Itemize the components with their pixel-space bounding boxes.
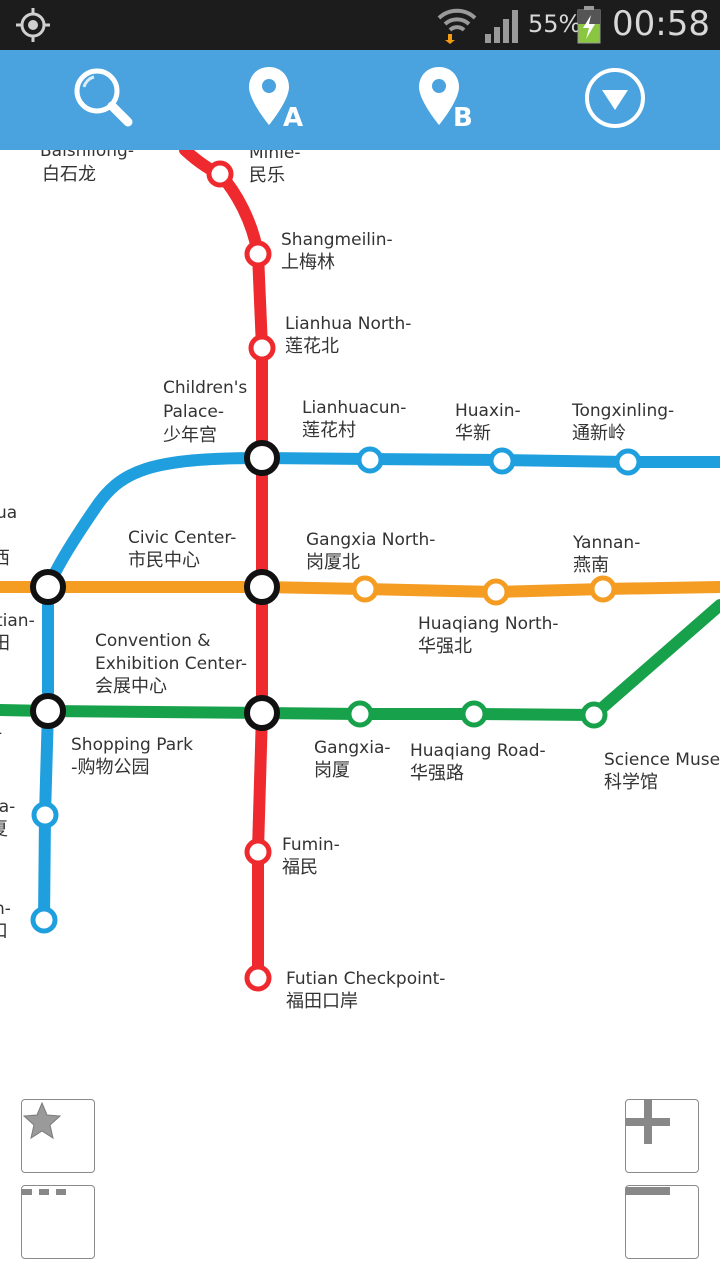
- label-shopping-park-en: Shopping Park: [71, 735, 193, 755]
- map-pin-b-icon: B: [415, 65, 475, 135]
- transfer-convention-center: [244, 695, 280, 731]
- zoom-out-button[interactable]: [625, 1185, 699, 1259]
- station-lianhuacun: [356, 446, 384, 474]
- label-yannan-cn: 燕南: [573, 555, 609, 576]
- label-yannan-en: Yannan-: [572, 533, 640, 553]
- label-left-a-en: ua: [0, 503, 17, 523]
- label-convention-en2: Exhibition Center-: [95, 654, 247, 674]
- clock: 00:58: [612, 4, 710, 44]
- label-huaqiang-road-cn: 华强路: [410, 763, 464, 784]
- label-left-a-cn: 西: [0, 548, 10, 569]
- label-left-e-en: n-: [0, 899, 11, 919]
- label-childrens-palace-en2: Palace-: [163, 402, 224, 422]
- label-huaqiang-road-en: Huaqiang Road-: [410, 741, 546, 761]
- status-bar: 55% 00:58: [0, 0, 720, 50]
- label-huaqiang-north-cn: 华强北: [418, 636, 472, 657]
- label-shangmeilin-cn: 上梅林: [281, 252, 335, 273]
- station-huaqiang-road: [460, 700, 488, 728]
- favorite-button[interactable]: [21, 1099, 95, 1173]
- gps-icon: [14, 6, 52, 48]
- signal-icon: [484, 8, 522, 48]
- label-lianhua-north-cn: 莲花北: [285, 336, 339, 357]
- label-tongxinling-en: Tongxinling-: [571, 401, 674, 421]
- label-civic-center-cn: 市民中心: [128, 550, 200, 571]
- label-convention-cn: 会展中心: [95, 676, 167, 697]
- battery-percent: 55%: [528, 10, 582, 38]
- transfer-childrens-palace: [244, 440, 280, 476]
- point-a-button[interactable]: A: [230, 60, 320, 140]
- map-pin-a-icon: A: [245, 65, 305, 135]
- station-huaqiang-north: [482, 578, 510, 606]
- dropdown-circle-icon: [583, 66, 647, 134]
- label-lianhuacun-en: Lianhuacun-: [302, 398, 406, 418]
- toolbar: A B: [0, 50, 720, 150]
- label-left-d-cn: 夏: [0, 819, 8, 840]
- label-childrens-palace-en1: Children's: [163, 378, 247, 398]
- label-left-b-cn: 田: [0, 633, 10, 654]
- label-shopping-park-cn: -购物公园: [71, 757, 150, 778]
- station-science-museum: [580, 701, 608, 729]
- label-childrens-palace-cn: 少年宫: [163, 425, 217, 446]
- search-icon: [70, 65, 136, 135]
- label-fumin-en: Fumin-: [282, 835, 340, 855]
- station-lianhua-north: [248, 334, 276, 362]
- point-a-label: A: [283, 103, 304, 133]
- station-gangxia: [346, 700, 374, 728]
- metro-map-canvas[interactable]: Baishilong- 白石龙 Minle- 民乐 Shangmeilin- 上…: [0, 150, 720, 1280]
- label-left-e-cn: 口: [0, 921, 8, 942]
- label-left-c-en: -: [0, 723, 2, 743]
- label-baishilong-cn: 白石龙: [42, 164, 96, 185]
- zoom-in-button[interactable]: [625, 1099, 699, 1173]
- point-b-button[interactable]: B: [400, 60, 490, 140]
- wifi-icon: [436, 4, 478, 48]
- label-minle-en: Minle-: [249, 150, 300, 163]
- label-gangxia-north-cn: 岗厦北: [306, 552, 360, 573]
- label-left-d-en: ia-: [0, 797, 15, 817]
- station-futian-checkpoint: [244, 964, 272, 992]
- metro-map[interactable]: Baishilong- 白石龙 Minle- 民乐 Shangmeilin- 上…: [0, 150, 720, 1280]
- label-shangmeilin-en: Shangmeilin-: [281, 230, 393, 250]
- label-fumin-cn: 福民: [282, 857, 318, 878]
- station-shangmeilin: [244, 240, 272, 268]
- menu-dropdown-button[interactable]: [570, 60, 660, 140]
- station-yannan: [589, 575, 617, 603]
- transfer-civic-center: [244, 569, 280, 605]
- label-minle-cn: 民乐: [249, 165, 285, 186]
- station-huaxin: [488, 447, 516, 475]
- point-b-label: B: [453, 103, 473, 133]
- label-lianhua-north-en: Lianhua North-: [285, 314, 411, 334]
- battery-charging-icon: [577, 6, 601, 48]
- label-science-museum-en: Science Muse: [604, 750, 720, 770]
- station-minle: [206, 160, 234, 188]
- transfer-shopping-park: [30, 693, 66, 729]
- label-tongxinling-cn: 通新岭: [572, 423, 626, 444]
- label-left-b-en: tian-: [0, 611, 35, 631]
- station-gangxia-north: [351, 575, 379, 603]
- label-baishilong-en: Baishilong-: [40, 150, 134, 161]
- station-tongxinling: [614, 448, 642, 476]
- label-science-museum-cn: 科学馆: [604, 772, 658, 793]
- station-blue-lower-2: [30, 906, 58, 934]
- label-futian-checkpoint-cn: 福田口岸: [286, 991, 358, 1012]
- label-lianhuacun-cn: 莲花村: [302, 420, 356, 441]
- more-button[interactable]: [21, 1185, 95, 1259]
- transfer-left-orange: [30, 569, 66, 605]
- label-huaxin-cn: 华新: [455, 423, 491, 444]
- station-blue-lower-1: [31, 801, 59, 829]
- label-convention-en1: Convention &: [95, 631, 211, 651]
- label-civic-center-en: Civic Center-: [128, 528, 236, 548]
- station-fumin: [244, 838, 272, 866]
- label-futian-checkpoint-en: Futian Checkpoint-: [286, 969, 445, 989]
- label-gangxia-en: Gangxia-: [314, 738, 391, 758]
- search-button[interactable]: [58, 60, 148, 140]
- label-gangxia-cn: 岗厦: [314, 760, 350, 781]
- label-gangxia-north-en: Gangxia North-: [306, 530, 435, 550]
- label-huaxin-en: Huaxin-: [455, 401, 521, 421]
- label-huaqiang-north-en: Huaqiang North-: [418, 614, 559, 634]
